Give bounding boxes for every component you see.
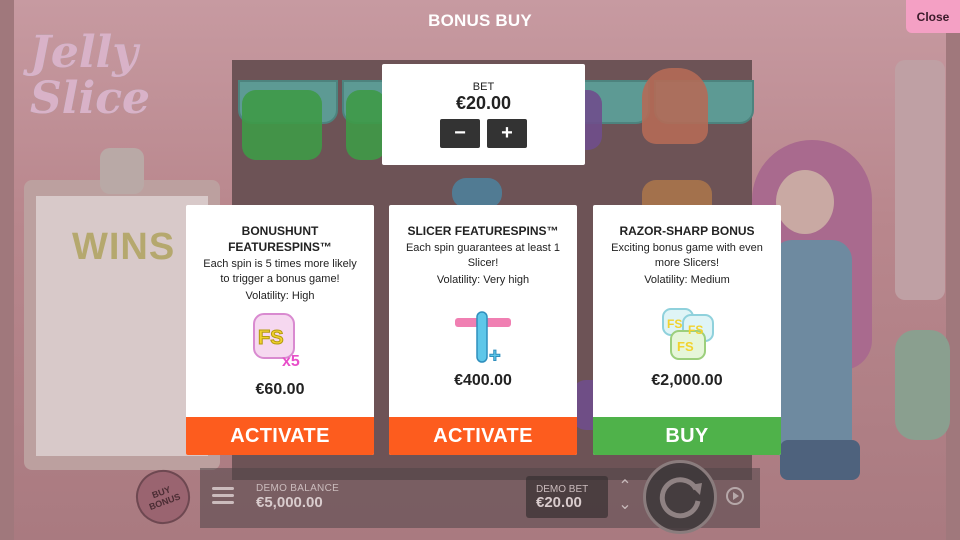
character-face	[776, 170, 834, 234]
bet-label: BET	[472, 81, 495, 93]
spin-button[interactable]	[643, 460, 717, 534]
bonus-option-card: RAZOR-SHARP BONUS Exciting bonus game wi…	[593, 205, 781, 455]
background-shelf	[895, 60, 945, 300]
bet-increase-button[interactable]: +	[487, 119, 527, 148]
reel-symbol	[346, 90, 386, 160]
card-volatility: Volatility: Very high	[436, 274, 530, 286]
demo-balance-label: DEMO BALANCE	[256, 483, 340, 494]
card-title: RAZOR-SHARP BONUS	[619, 224, 755, 238]
svg-text:FS: FS	[688, 323, 703, 337]
clipboard-clip	[100, 148, 144, 194]
close-button[interactable]: Close	[906, 0, 960, 33]
frame-right	[946, 0, 960, 540]
activate-button[interactable]: ACTIVATE	[186, 417, 374, 455]
game-logo: Jelly Slice	[30, 27, 150, 124]
card-title: SLICER FEATURESPINS™	[407, 224, 559, 238]
reel-symbol	[642, 68, 708, 144]
bet-adjust-arrows[interactable]: ⌃ ⌄	[614, 478, 636, 518]
card-title: BONUSHUNT FEATURESPINS™	[228, 224, 332, 254]
chevron-down-icon[interactable]: ⌄	[614, 496, 636, 514]
reel-symbol	[452, 178, 502, 208]
bet-value: €20.00	[455, 93, 512, 113]
card-price: €60.00	[255, 381, 305, 398]
character-boots	[780, 440, 860, 480]
wins-label: WINS	[72, 226, 176, 268]
bonus-option-card: SLICER FEATURESPINS™ Each spin guarantee…	[389, 205, 577, 455]
clipboard-paper: WINS	[36, 196, 208, 456]
svg-text:FS: FS	[258, 327, 284, 349]
card-volatility: Volatility: High	[245, 290, 315, 302]
bonus-buy-title: BONUS BUY	[428, 11, 532, 30]
reel-symbol	[242, 90, 322, 160]
bonus-option-card: BONUSHUNT FEATURESPINS™ Each spin is 5 t…	[186, 205, 374, 455]
activate-button[interactable]: ACTIVATE	[389, 417, 577, 455]
bet-decrease-button[interactable]: −	[440, 119, 480, 148]
card-price: €400.00	[454, 372, 512, 389]
fs-x5-icon: FS x5	[248, 308, 312, 372]
background-plant	[895, 330, 950, 440]
buy-button[interactable]: BUY	[593, 417, 781, 455]
menu-icon[interactable]	[212, 487, 234, 505]
frame-left	[0, 0, 14, 540]
slicer-plus-icon: +	[451, 308, 515, 372]
demo-bet-value: €20.00	[536, 494, 582, 511]
card-volatility: Volatility: Medium	[644, 274, 730, 286]
bet-panel: BET €20.00 − +	[382, 64, 585, 165]
spin-icon	[659, 477, 702, 519]
svg-text:+: +	[489, 345, 501, 367]
svg-text:x5: x5	[282, 353, 300, 370]
demo-balance-value: €5,000.00	[256, 494, 323, 511]
fs-stack-icon: FS FS FS	[655, 301, 719, 365]
svg-text:FS: FS	[667, 317, 682, 331]
chevron-up-icon[interactable]: ⌃	[614, 478, 636, 496]
card-price: €2,000.00	[651, 372, 723, 389]
card-description: Each spin is 5 times more likely to trig…	[203, 258, 357, 285]
autoplay-icon[interactable]	[725, 486, 745, 506]
card-description: Exciting bonus game with even more Slice…	[611, 242, 763, 269]
character-body	[772, 240, 852, 460]
svg-text:FS: FS	[677, 339, 694, 354]
card-description: Each spin guarantees at least 1 Slicer!	[405, 242, 561, 269]
